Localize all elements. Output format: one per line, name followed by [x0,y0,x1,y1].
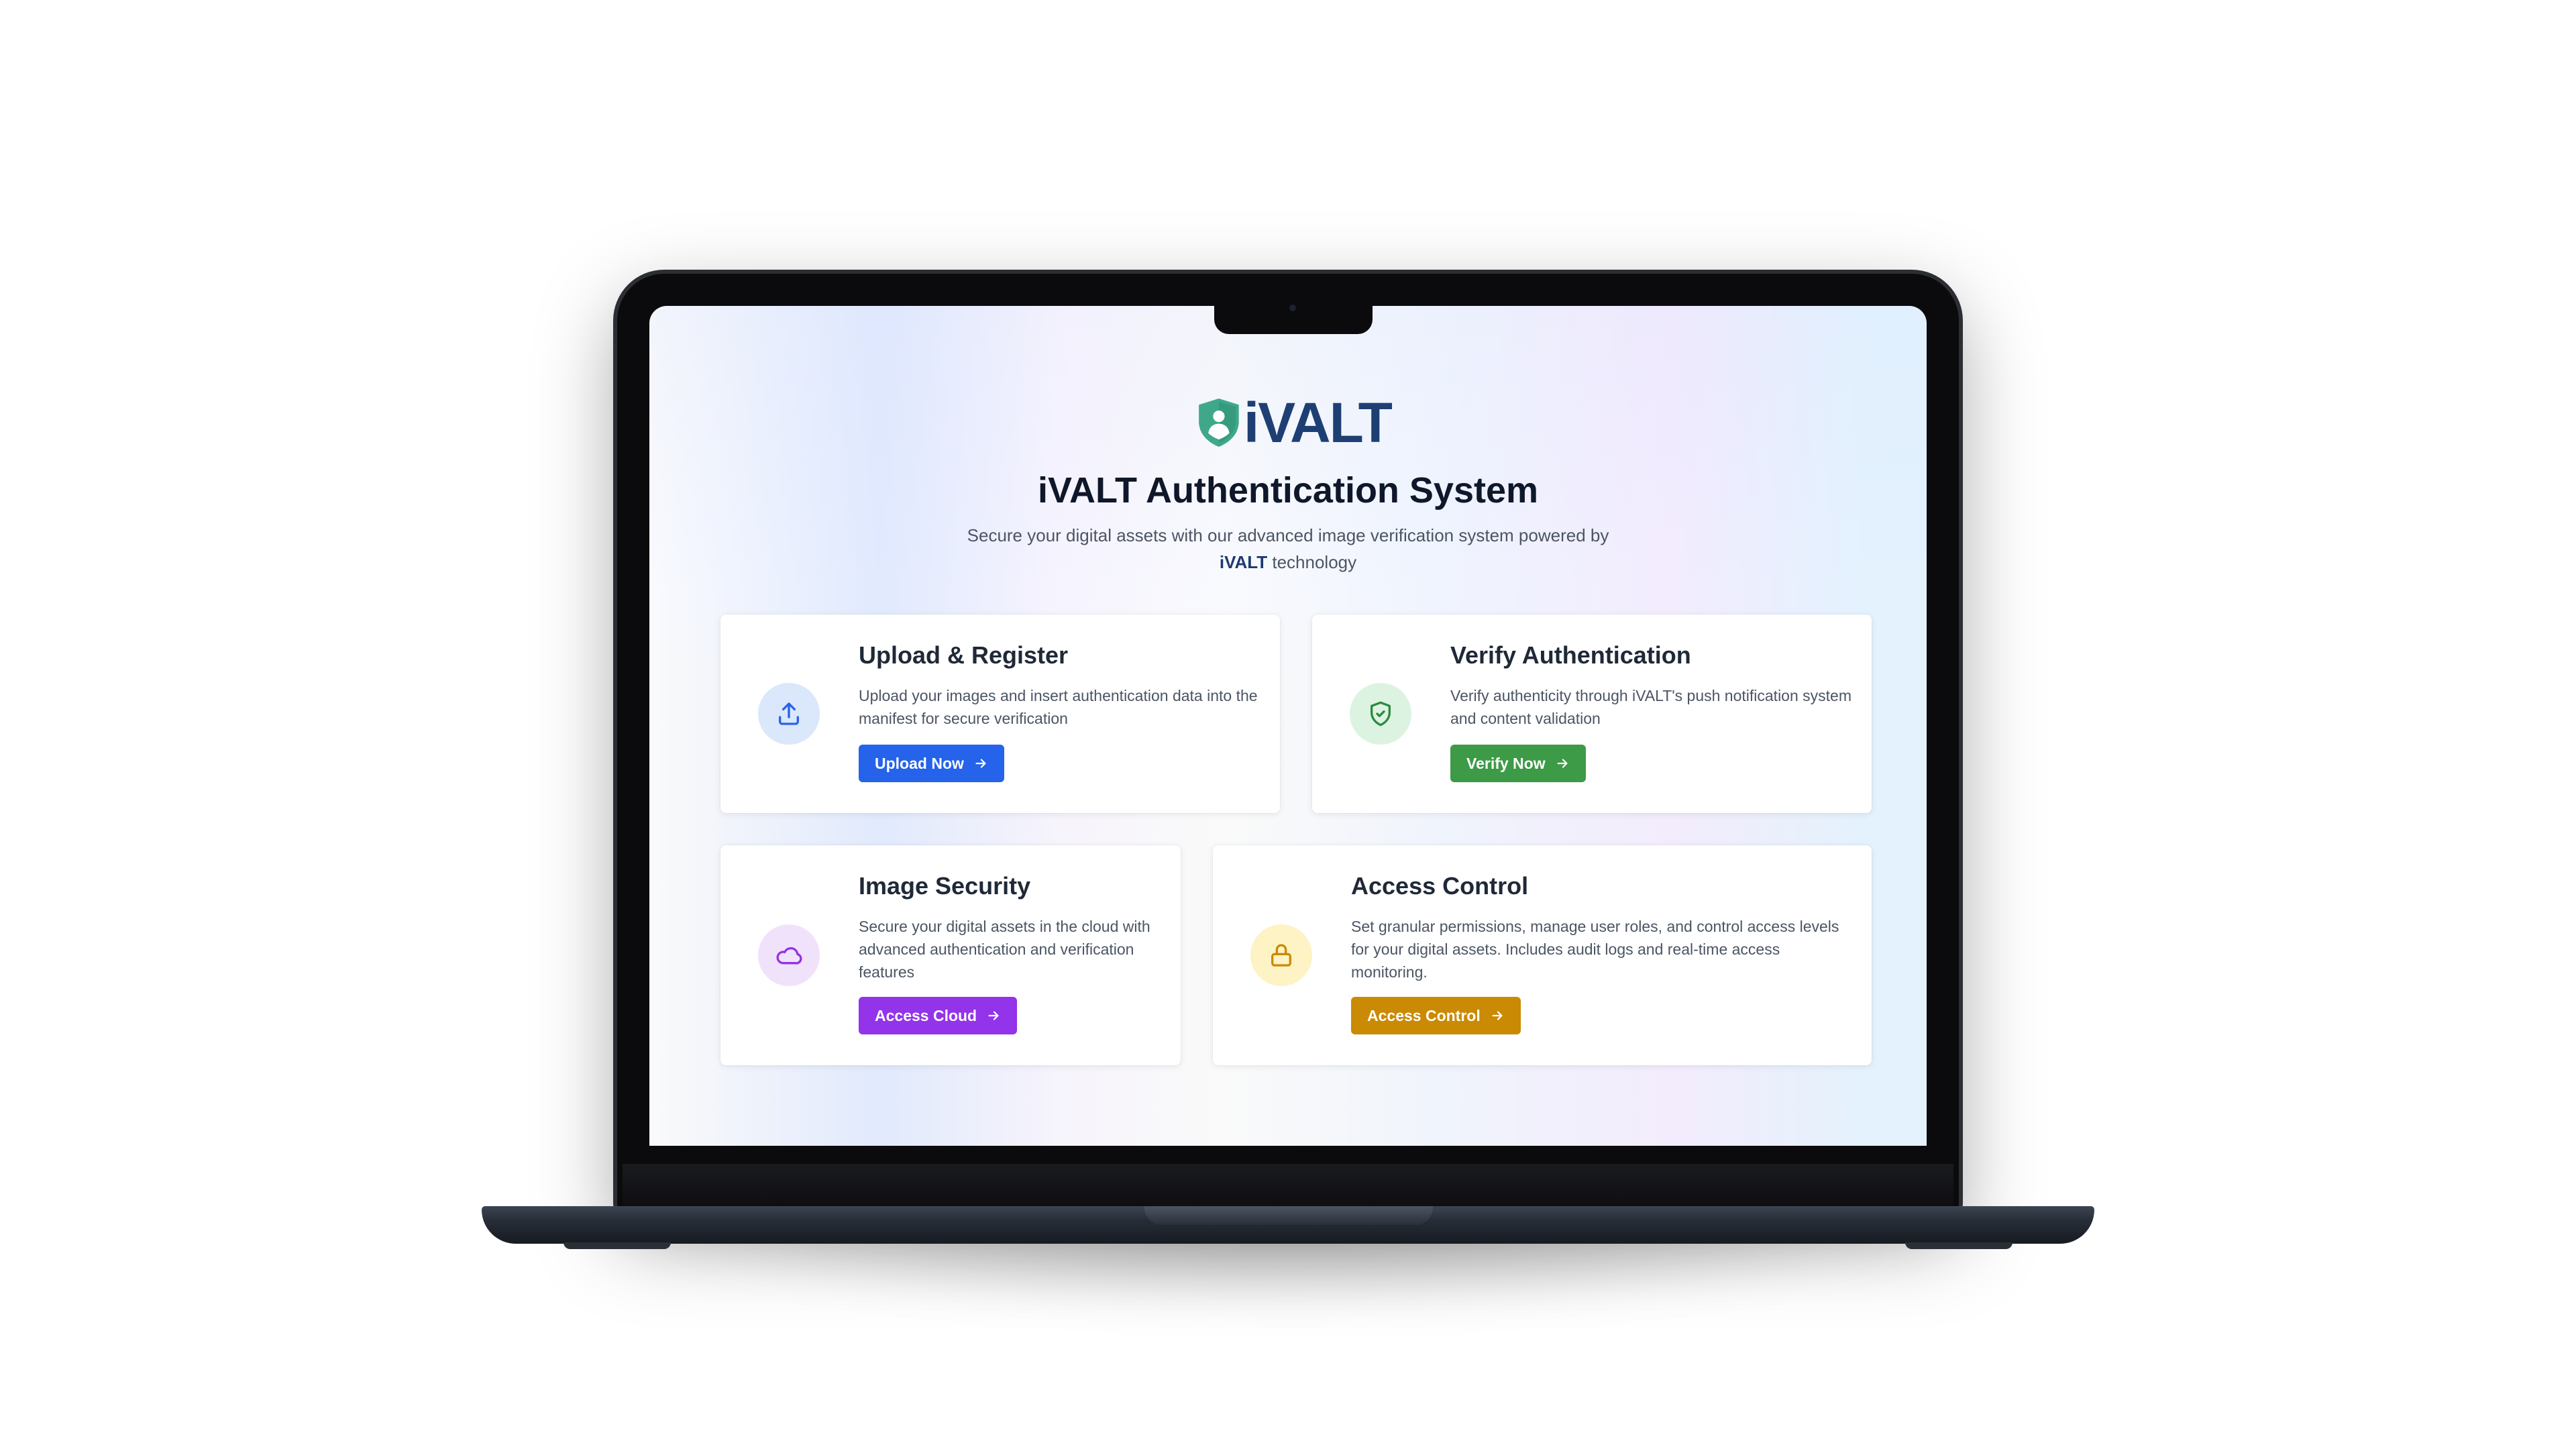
access-control-button[interactable]: Access Control [1351,997,1521,1034]
lock-icon [1271,944,1291,967]
lock-icon-badge [1250,924,1312,986]
upload-now-button[interactable]: Upload Now [859,745,1004,782]
page-title: iVALT Authentication System [1037,470,1539,511]
laptop-bezel-bottom [623,1164,1953,1211]
ivalt-logo[interactable]: iVALT [1197,389,1393,456]
subtitle-text-end: technology [1267,552,1357,572]
upload-icon [779,702,799,725]
card-title: Image Security [859,872,1031,900]
laptop-foot-right [1905,1242,2012,1249]
image-security-card: Image Security Secure your digital asset… [720,845,1181,1065]
card-description: Secure your digital assets in the cloud … [859,918,1150,981]
card-title: Upload & Register [859,641,1069,669]
card-title: Verify Authentication [1450,641,1691,669]
arrow-right-icon [1557,759,1568,768]
verify-now-button[interactable]: Verify Now [1450,745,1586,782]
access-control-card: Access Control Set granular permissions,… [1213,845,1872,1065]
upload-register-card: Upload & Register Upload your images and… [720,614,1280,813]
laptop-screen: iVALT iVALT Authentication System Secure… [649,306,1927,1146]
card-description: Verify authenticity through iVALT's push… [1450,687,1851,727]
shield-check-icon [1371,701,1391,727]
verify-icon-badge [1350,683,1411,745]
button-label: Access Cloud [875,1006,977,1024]
laptop-hinge-notch [1144,1206,1433,1225]
upload-icon-badge [758,683,820,745]
button-label: Access Control [1367,1006,1481,1024]
cloud-icon-badge [758,924,820,986]
button-label: Upload Now [875,754,964,772]
laptop-foot-left [564,1242,671,1249]
subtitle-brand: iVALT [1219,552,1268,572]
arrow-right-icon [975,759,986,768]
cloud-icon [776,947,802,965]
arrow-right-icon [988,1011,999,1020]
button-label: Verify Now [1466,754,1546,772]
card-description: Set granular permissions, manage user ro… [1351,918,1839,981]
subtitle-text: Secure your digital assets with our adva… [967,525,1609,545]
arrow-right-icon [1492,1011,1503,1020]
card-description: Upload your images and insert authentica… [859,687,1258,727]
camera-icon [1289,305,1296,311]
page-subtitle: Secure your digital assets with our adva… [959,522,1617,576]
shield-user-icon [1199,398,1239,447]
access-cloud-button[interactable]: Access Cloud [859,997,1018,1034]
logo-wordmark: iVALT [1243,390,1393,454]
verify-authentication-card: Verify Authentication Verify authenticit… [1312,614,1872,813]
card-title: Access Control [1351,872,1529,900]
